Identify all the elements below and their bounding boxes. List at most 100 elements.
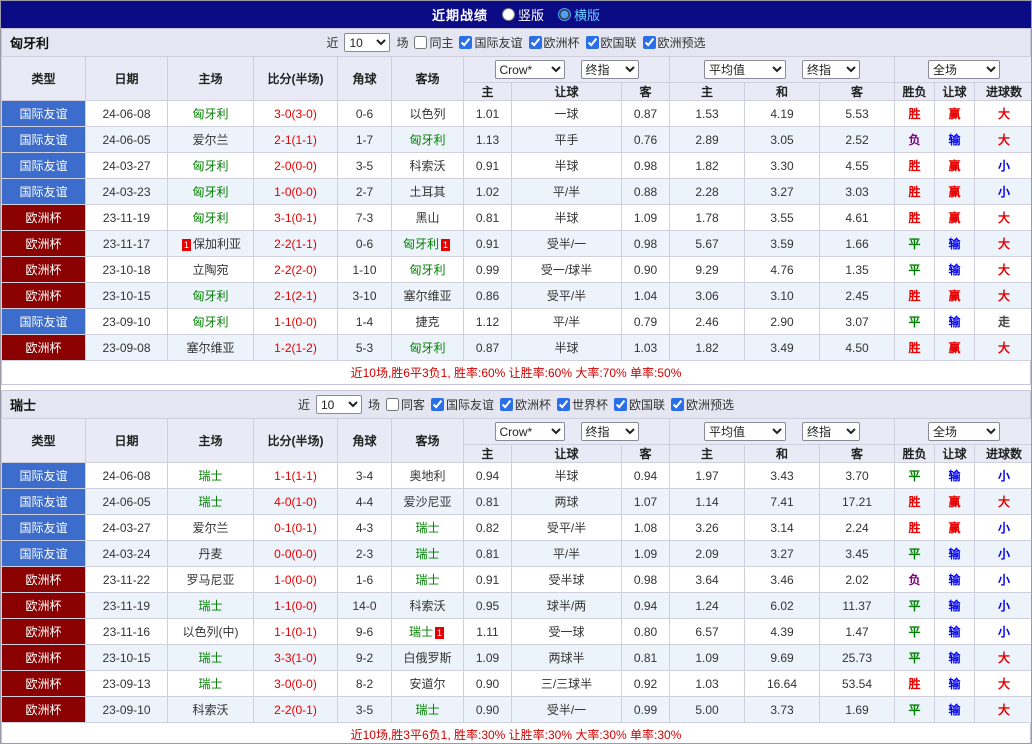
- filter-competition[interactable]: 欧洲杯: [500, 396, 551, 413]
- horizontal-radio[interactable]: [558, 8, 571, 21]
- score-link[interactable]: 4-0(1-0): [274, 495, 317, 509]
- filter-competition[interactable]: 欧洲杯: [528, 34, 580, 51]
- team-name[interactable]: 以色列(中): [183, 625, 239, 639]
- team-name[interactable]: 安道尔: [409, 677, 445, 691]
- competition-checkbox[interactable]: [500, 398, 513, 411]
- team-name[interactable]: 奥地利: [409, 469, 445, 483]
- team-name[interactable]: 爱尔兰: [192, 521, 228, 535]
- team-name[interactable]: 科索沃: [192, 703, 228, 717]
- filter-competition[interactable]: 世界杯: [557, 396, 608, 413]
- score-link[interactable]: 2-2(0-1): [274, 703, 317, 717]
- average-odds-select[interactable]: 平均值: [704, 422, 786, 441]
- score-link[interactable]: 3-1(0-1): [274, 211, 317, 225]
- score-link[interactable]: 3-0(3-0): [274, 107, 317, 121]
- team-name[interactable]: 爱沙尼亚: [403, 495, 451, 509]
- odds-company-select[interactable]: Crow*: [494, 422, 565, 441]
- team-name[interactable]: 黑山: [415, 211, 439, 225]
- team-name[interactable]: 匈牙利: [409, 263, 445, 277]
- score-link[interactable]: 2-1(1-1): [274, 133, 317, 147]
- score-link[interactable]: 3-3(1-0): [274, 651, 317, 665]
- team-name[interactable]: 匈牙利: [192, 185, 228, 199]
- full-match-select[interactable]: 全场: [928, 422, 1000, 441]
- competition-checkbox[interactable]: [557, 398, 571, 411]
- score-link[interactable]: 3-0(0-0): [274, 677, 317, 691]
- filter-competition[interactable]: 欧洲预选: [642, 34, 706, 51]
- competition-checkbox[interactable]: [528, 36, 542, 49]
- team-name[interactable]: 瑞士: [415, 547, 439, 561]
- competition-checkbox[interactable]: [671, 398, 685, 411]
- final-odds-select[interactable]: 终指: [580, 60, 639, 79]
- filter-competition[interactable]: 欧洲预选: [671, 396, 734, 413]
- odds-company-select[interactable]: Crow*: [494, 60, 565, 79]
- team-name[interactable]: 匈牙利: [192, 211, 228, 225]
- final-euro-odds-select[interactable]: 终指: [802, 60, 860, 79]
- team-name[interactable]: 立陶宛: [192, 263, 228, 277]
- team-name[interactable]: 匈牙利: [192, 315, 228, 329]
- score-link[interactable]: 2-0(0-0): [274, 159, 317, 173]
- team-name[interactable]: 瑞士: [415, 521, 439, 535]
- score-link[interactable]: 1-2(1-2): [274, 341, 317, 355]
- vertical-radio[interactable]: [501, 8, 515, 21]
- final-odds-select[interactable]: 终指: [580, 422, 639, 441]
- full-match-select[interactable]: 全场: [928, 60, 1000, 79]
- team-name[interactable]: 瑞士: [198, 469, 222, 483]
- score-link[interactable]: 1-0(0-0): [274, 185, 317, 199]
- score-link[interactable]: 2-1(2-1): [274, 289, 317, 303]
- competition-checkbox[interactable]: [459, 36, 473, 49]
- team-name[interactable]: 瑞士: [409, 625, 433, 639]
- team-name[interactable]: 匈牙利: [409, 133, 445, 147]
- score-link[interactable]: 1-1(0-0): [274, 315, 317, 329]
- team-name[interactable]: 瑞士: [198, 651, 222, 665]
- team-name[interactable]: 匈牙利: [192, 159, 228, 173]
- score-link[interactable]: 0-0(0-0): [274, 547, 317, 561]
- score-link[interactable]: 0-1(0-1): [274, 521, 317, 535]
- score-link[interactable]: 2-2(1-1): [274, 237, 317, 251]
- team-name[interactable]: 瑞士: [415, 573, 439, 587]
- same-venue-checkbox[interactable]: [385, 398, 399, 411]
- team-name[interactable]: 瑞士: [415, 703, 439, 717]
- score-link[interactable]: 1-1(0-0): [274, 599, 317, 613]
- filter-competition[interactable]: 国际友谊: [459, 34, 523, 51]
- team-name[interactable]: 丹麦: [198, 547, 222, 561]
- team-name[interactable]: 科索沃: [409, 159, 445, 173]
- filter-same-venue[interactable]: 同客: [385, 396, 425, 413]
- filter-same-venue[interactable]: 同主: [414, 34, 453, 51]
- team-name[interactable]: 科索沃: [409, 599, 445, 613]
- team-name[interactable]: 捷克: [415, 315, 439, 329]
- team-name[interactable]: 塞尔维亚: [403, 289, 451, 303]
- average-odds-select[interactable]: 平均值: [704, 60, 786, 79]
- team-name[interactable]: 罗马尼亚: [186, 573, 234, 587]
- score-link[interactable]: 1-1(0-1): [274, 625, 317, 639]
- competition-checkbox[interactable]: [614, 398, 628, 411]
- team-name[interactable]: 匈牙利: [409, 341, 445, 355]
- filter-competition[interactable]: 欧国联: [614, 396, 665, 413]
- layout-option-horizontal[interactable]: 横版: [558, 5, 600, 24]
- score-link[interactable]: 1-0(0-0): [274, 573, 317, 587]
- team-name[interactable]: 匈牙利: [192, 289, 228, 303]
- team-name[interactable]: 塞尔维亚: [186, 341, 234, 355]
- team-name[interactable]: 爱尔兰: [192, 133, 228, 147]
- col-wdl: 胜负: [894, 82, 935, 101]
- team-name[interactable]: 匈牙利: [192, 107, 228, 121]
- team-name[interactable]: 匈牙利: [403, 237, 439, 251]
- filter-competition[interactable]: 国际友谊: [430, 396, 494, 413]
- final-euro-odds-select[interactable]: 终指: [802, 422, 860, 441]
- team-name[interactable]: 瑞士: [198, 495, 222, 509]
- team-name[interactable]: 白俄罗斯: [403, 651, 451, 665]
- score-link[interactable]: 1-1(1-1): [274, 469, 317, 483]
- team-name[interactable]: 瑞士: [198, 599, 222, 613]
- layout-option-vertical[interactable]: 竖版: [501, 5, 544, 24]
- team-name[interactable]: 保加利亚: [193, 237, 241, 251]
- competition-checkbox[interactable]: [585, 36, 599, 49]
- competition-checkbox[interactable]: [642, 36, 656, 49]
- competition-checkbox[interactable]: [430, 398, 444, 411]
- team-name[interactable]: 瑞士: [198, 677, 222, 691]
- home-team-cell: 匈牙利: [167, 178, 254, 205]
- team-name[interactable]: 以色列: [409, 107, 445, 121]
- recent-count-select[interactable]: 10: [315, 395, 362, 414]
- same-venue-checkbox[interactable]: [414, 36, 428, 49]
- filter-competition[interactable]: 欧国联: [585, 34, 637, 51]
- recent-count-select[interactable]: 10: [344, 33, 391, 52]
- score-link[interactable]: 2-2(2-0): [274, 263, 317, 277]
- team-name[interactable]: 土耳其: [409, 185, 445, 199]
